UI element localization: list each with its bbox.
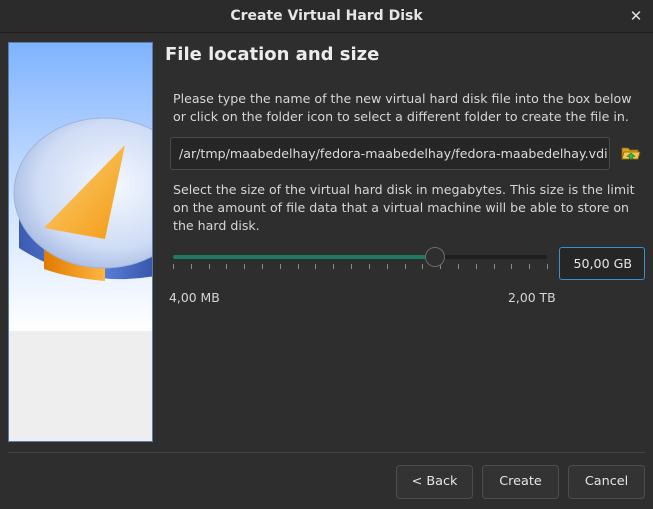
slider-tick [244, 264, 246, 269]
slider-tick [208, 264, 210, 269]
slider-tick [333, 264, 335, 269]
slider-tick [190, 264, 192, 269]
disk-size-input[interactable]: 50,00 GB [559, 247, 645, 280]
close-icon[interactable]: ✕ [627, 7, 645, 25]
slider-tick [422, 264, 424, 269]
button-divider [8, 452, 645, 453]
slider-tick [368, 264, 370, 269]
wizard-side-image [8, 42, 153, 442]
slider-tick [404, 264, 406, 269]
slider-tick [457, 264, 459, 269]
slider-tick [475, 264, 477, 269]
slider-tick [529, 264, 531, 269]
slider-tick [297, 264, 299, 269]
disk-size-slider[interactable] [170, 247, 550, 277]
folder-open-icon[interactable] [621, 144, 641, 162]
slider-tick [226, 264, 228, 269]
disk-path-input[interactable]: /ar/tmp/maabedelhay/fedora-maabedelhay/f… [170, 137, 610, 170]
page-title: File location and size [165, 44, 380, 65]
location-description: Please type the name of the new virtual … [173, 91, 632, 124]
slider-tick [279, 264, 281, 269]
slider-fill [173, 255, 435, 259]
slider-tick [173, 264, 174, 269]
slider-tick [262, 264, 264, 269]
size-min-label: 4,00 MB [169, 290, 220, 305]
slider-tick [386, 264, 388, 269]
slider-tick [547, 264, 548, 269]
cancel-button[interactable]: Cancel [568, 465, 645, 499]
slider-ticks [173, 264, 548, 272]
window-title: Create Virtual Hard Disk [230, 8, 423, 24]
slider-tick [511, 264, 513, 269]
dialog-content: File location and size Please type the n… [0, 33, 653, 509]
slider-tick [315, 264, 317, 269]
size-max-label: 2,00 TB [508, 290, 556, 305]
create-button[interactable]: Create [482, 465, 559, 499]
slider-handle[interactable] [424, 247, 445, 267]
disk-illustration-icon [9, 43, 152, 441]
back-button[interactable]: < Back [396, 465, 473, 499]
title-bar: Create Virtual Hard Disk ✕ [0, 0, 653, 33]
size-description: Select the size of the virtual hard disk… [173, 182, 635, 233]
slider-tick [493, 264, 495, 269]
slider-tick [351, 264, 353, 269]
